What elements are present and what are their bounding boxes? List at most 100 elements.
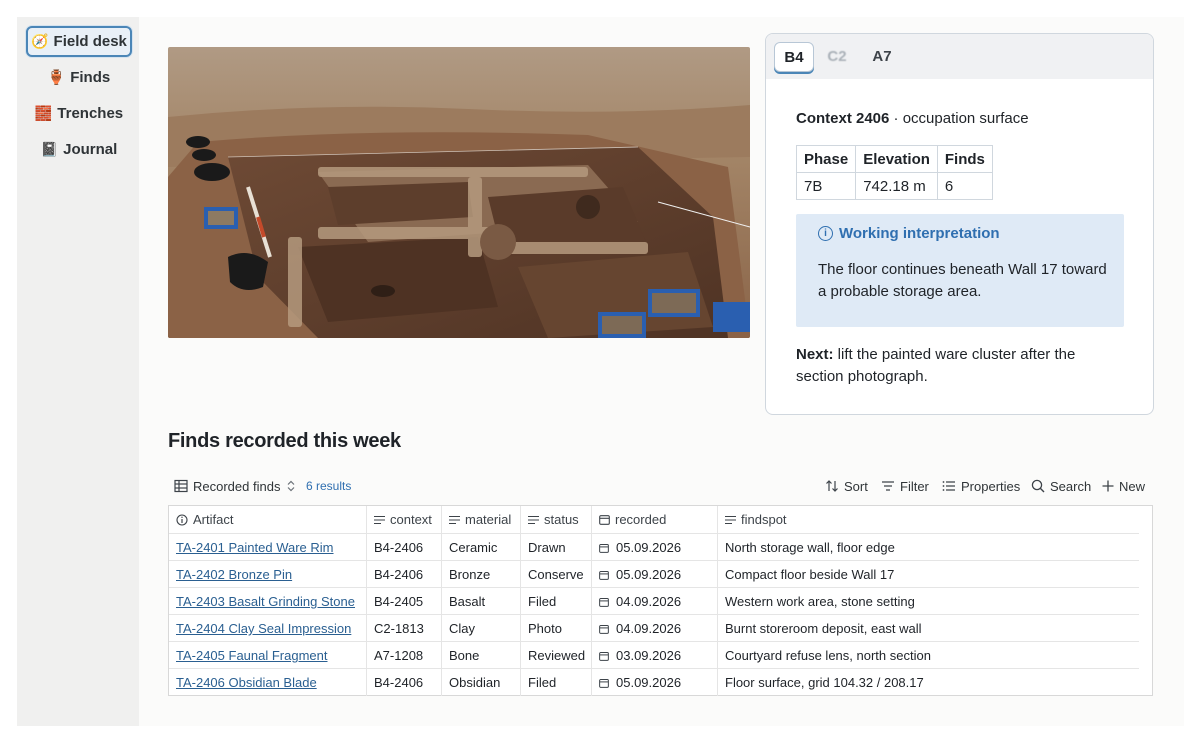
table-row[interactable]: TA-2402 Bronze Pin B4-2406 Bronze Conser… [169, 560, 1139, 588]
cell-recorded: 04.09.2026 [616, 594, 682, 609]
col-label: findspot [741, 512, 787, 527]
cell-material: Bone [449, 648, 480, 663]
cell-material: Basalt [449, 594, 486, 609]
cell-recorded: 05.09.2026 [616, 567, 682, 582]
sidebar-item-trenches[interactable]: 🧱 Trenches [26, 98, 132, 129]
artifact-link[interactable]: TA-2405 Faunal Fragment [176, 648, 328, 663]
search-label: Search [1050, 478, 1092, 494]
interpretation-callout: i Working interpretation The floor conti… [796, 214, 1124, 327]
chevron-updown-icon [288, 480, 295, 492]
next-label: Next: [796, 346, 834, 363]
cell-findspot: Floor surface, grid 104.32 / 208.17 [725, 675, 924, 690]
cell-status: Conserve [528, 567, 584, 582]
col-recorded[interactable]: recorded [592, 506, 718, 533]
finds-toolbar: Recorded finds 6 results Sort Filter Pro… [168, 475, 1153, 497]
col-context[interactable]: context [367, 506, 442, 533]
calendar-icon [599, 543, 609, 553]
context-number: Context 2406 [796, 110, 890, 127]
new-button[interactable]: New [1102, 475, 1145, 497]
context-description: · occupation surface [889, 110, 1029, 127]
meta-phase: 7B [795, 172, 857, 200]
meta-finds: 6 [936, 172, 993, 200]
sort-button[interactable]: Sort [825, 475, 868, 497]
table-row[interactable]: TA-2405 Faunal Fragment A7-1208 Bone Rev… [169, 641, 1139, 669]
properties-button[interactable]: Properties [942, 475, 1020, 497]
cell-findspot: Burnt storeroom deposit, east wall [725, 621, 922, 636]
artifact-link[interactable]: TA-2402 Bronze Pin [176, 567, 292, 582]
calendar-icon [599, 678, 609, 688]
table-row[interactable]: TA-2401 Painted Ware Rim B4-2406 Ceramic… [169, 533, 1139, 561]
table-row[interactable]: TA-2403 Basalt Grinding Stone B4-2405 Ba… [169, 587, 1139, 615]
cell-findspot: North storage wall, floor edge [725, 540, 895, 555]
cell-context: A7-1208 [374, 648, 424, 663]
sidebar-item-field-desk[interactable]: 🧭 Field desk [26, 26, 132, 57]
search-button[interactable]: Search [1031, 475, 1091, 497]
cell-recorded: 05.09.2026 [616, 540, 682, 555]
cell-context: C2-1813 [374, 621, 424, 636]
artifact-link[interactable]: TA-2404 Clay Seal Impression [176, 621, 351, 636]
calendar-icon [599, 651, 609, 661]
meta-header-elevation: Elevation [855, 145, 938, 173]
notebook-icon: 📓 [40, 141, 59, 157]
view-label: Recorded finds [193, 478, 281, 494]
text-property-icon [449, 515, 460, 524]
cell-context: B4-2406 [374, 540, 424, 555]
view-selector[interactable]: Recorded finds [174, 475, 300, 497]
sort-icon [826, 480, 838, 492]
filter-button[interactable]: Filter [881, 475, 929, 497]
sidebar-item-journal[interactable]: 📓 Journal [26, 134, 132, 165]
search-icon [1031, 479, 1045, 493]
table-row[interactable]: TA-2404 Clay Seal Impression C2-1813 Cla… [169, 614, 1139, 642]
cell-recorded: 03.09.2026 [616, 648, 682, 663]
col-label: context [390, 512, 432, 527]
sidebar-item-label: Journal [63, 141, 118, 158]
artifact-link[interactable]: TA-2406 Obsidian Blade [176, 675, 317, 690]
meta-elevation: 742.18 m [855, 172, 938, 200]
next-text: lift the painted ware cluster after the … [796, 346, 1076, 385]
artifact-link[interactable]: TA-2403 Basalt Grinding Stone [176, 594, 355, 609]
text-property-icon [374, 515, 385, 524]
sidebar-item-finds[interactable]: 🏺 Finds [26, 62, 132, 93]
table-header: Artifact context material status recorde… [169, 506, 1139, 533]
amphora-icon: 🏺 [47, 69, 66, 85]
properties-label: Properties [961, 478, 1021, 494]
tab-b4[interactable]: B4 [774, 42, 814, 72]
col-material[interactable]: material [442, 506, 521, 533]
col-artifact[interactable]: Artifact [169, 506, 367, 533]
context-title: Context 2406 · occupation surface [796, 110, 1029, 127]
new-label: New [1119, 478, 1146, 494]
plus-icon [1102, 480, 1114, 492]
col-label: Artifact [193, 512, 234, 527]
cell-status: Reviewed [528, 648, 586, 663]
list-icon [942, 481, 955, 491]
context-panel: B4 C2 A7 Context 2406 · occupation surfa… [765, 33, 1154, 415]
artifact-link[interactable]: TA-2401 Painted Ware Rim [176, 540, 334, 555]
cell-context: B4-2406 [374, 567, 424, 582]
text-property-icon [528, 515, 539, 524]
cell-status: Filed [528, 675, 557, 690]
cell-context: B4-2405 [374, 594, 424, 609]
excavation-photo [168, 47, 750, 338]
cell-status: Photo [528, 621, 562, 636]
table-row[interactable]: TA-2406 Obsidian Blade B4-2406 Obsidian … [169, 668, 1139, 696]
cell-context: B4-2406 [374, 675, 424, 690]
tab-c2[interactable]: C2 [822, 42, 852, 70]
compass-icon: 🧭 [31, 33, 49, 49]
col-status[interactable]: status [521, 506, 592, 533]
trench-tabs: B4 C2 A7 [766, 34, 1153, 79]
cell-findspot: Courtyard refuse lens, north section [725, 648, 931, 663]
meta-header-finds: Finds [936, 145, 993, 173]
col-findspot[interactable]: findspot [718, 506, 1139, 533]
col-label: status [544, 512, 579, 527]
calendar-icon [599, 597, 609, 607]
finds-table: Artifact context material status recorde… [168, 505, 1153, 696]
cell-findspot: Western work area, stone setting [725, 594, 915, 609]
calendar-icon [599, 515, 610, 525]
cell-material: Obsidian [449, 675, 501, 690]
sidebar-item-label: Trenches [57, 105, 124, 122]
context-meta-table: Phase Elevation Finds 7B 742.18 m 6 [795, 145, 993, 200]
tab-a7[interactable]: A7 [868, 42, 896, 70]
cell-material: Ceramic [449, 540, 498, 555]
callout-body: The floor continues beneath Wall 17 towa… [818, 261, 1107, 300]
text-property-icon [725, 515, 736, 524]
